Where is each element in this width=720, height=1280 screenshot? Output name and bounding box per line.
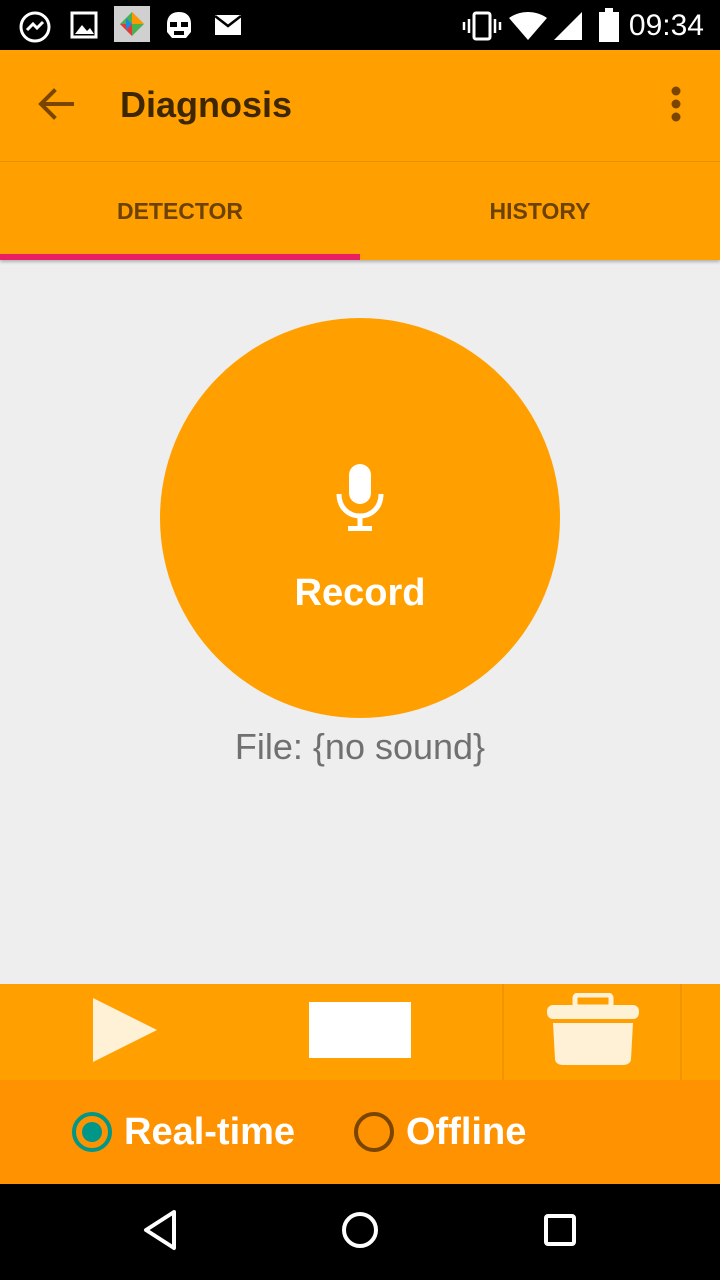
radio-unchecked-icon [354, 1112, 394, 1152]
mail-icon [214, 14, 242, 41]
back-button[interactable] [28, 78, 84, 134]
divider [680, 984, 682, 1080]
play-icon [89, 996, 161, 1069]
nav-home-icon [340, 1210, 380, 1255]
messenger-icon [18, 10, 52, 49]
app-bar: Diagnosis [0, 50, 720, 162]
signal-icon [552, 10, 584, 47]
page-title: Diagnosis [120, 84, 293, 125]
mode-selector: Real-time Offline [0, 1080, 720, 1184]
tab-bar: DETECTOR HISTORY [0, 162, 720, 260]
app-store-icon [114, 6, 150, 47]
overflow-menu-button[interactable] [652, 78, 700, 134]
file-status: File: {no sound} [234, 726, 486, 767]
status-time: 09:34 [628, 9, 704, 42]
radio-realtime-label: Real-time [124, 1110, 296, 1153]
radio-offline[interactable]: Offline [354, 1110, 526, 1154]
gallery-icon [70, 10, 98, 45]
arrow-back-icon [38, 87, 74, 125]
battery-icon [598, 8, 620, 47]
tab-indicator [0, 254, 360, 260]
stop-icon [307, 1000, 413, 1065]
record-button[interactable]: Record [160, 318, 560, 718]
delete-button[interactable] [528, 984, 658, 1080]
player-controls [0, 984, 720, 1080]
stop-button[interactable] [295, 984, 425, 1080]
status-bar: 09:34 [0, 0, 720, 50]
nav-back-button[interactable] [124, 1196, 196, 1268]
radio-realtime[interactable]: Real-time [72, 1110, 295, 1154]
nav-home-button[interactable] [324, 1196, 396, 1268]
system-nav-bar [0, 1184, 720, 1280]
play-button[interactable] [60, 984, 190, 1080]
microphone-icon [334, 462, 386, 536]
tab-detector[interactable]: DETECTOR [0, 162, 360, 260]
nav-back-icon [140, 1208, 180, 1257]
record-label: Record [294, 572, 426, 614]
radio-checked-icon [72, 1112, 112, 1152]
stormtrooper-icon [162, 10, 196, 47]
wifi-icon [508, 12, 548, 47]
more-vert-icon [670, 86, 682, 127]
divider [502, 984, 504, 1080]
delete-icon [545, 992, 641, 1072]
vibrate-icon [462, 11, 502, 46]
nav-recents-icon [542, 1212, 578, 1253]
radio-offline-label: Offline [406, 1110, 527, 1153]
tab-history[interactable]: HISTORY [360, 162, 720, 260]
nav-recents-button[interactable] [524, 1196, 596, 1268]
